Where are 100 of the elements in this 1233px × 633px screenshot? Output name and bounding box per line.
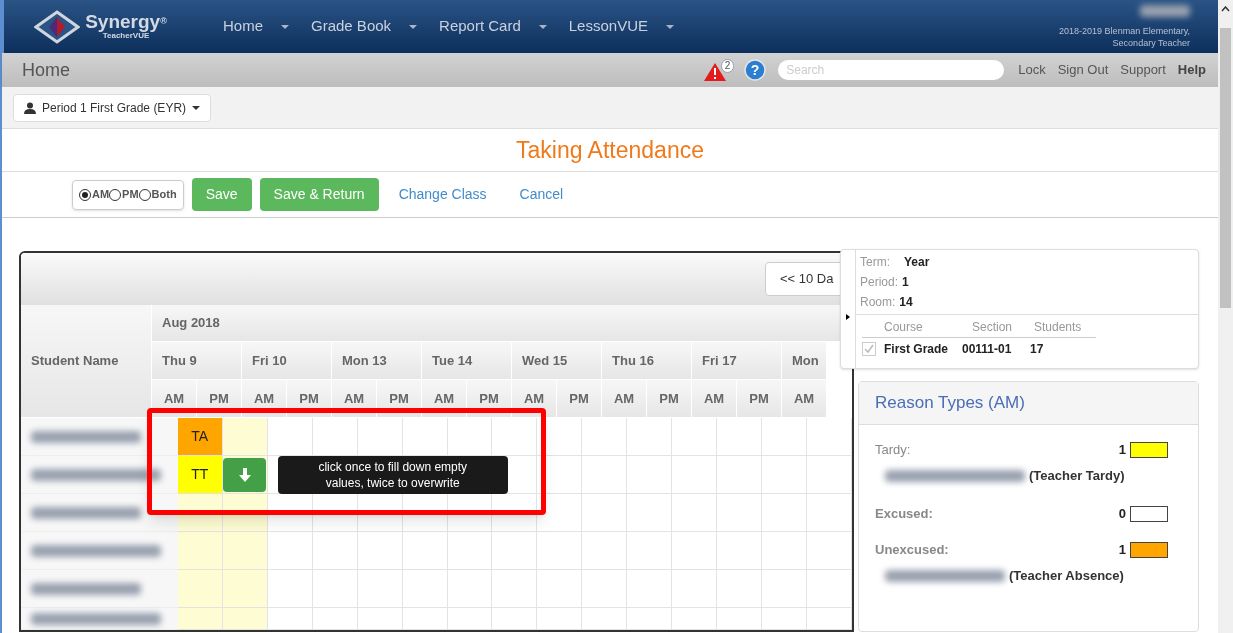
attendance-cell[interactable]: [762, 418, 808, 456]
scrollbar[interactable]: [1218, 0, 1233, 633]
attendance-cell[interactable]: [807, 570, 852, 608]
attendance-cell[interactable]: [222, 608, 268, 630]
attendance-cell[interactable]: [672, 494, 718, 532]
attendance-cell[interactable]: [357, 608, 403, 630]
attendance-cell[interactable]: [177, 570, 223, 608]
fill-down-button[interactable]: [223, 457, 267, 492]
attendance-cell[interactable]: [807, 418, 852, 456]
attendance-cell[interactable]: [582, 494, 628, 532]
attendance-cell[interactable]: [222, 532, 268, 570]
header-link[interactable]: Support: [1120, 60, 1166, 80]
attendance-cell[interactable]: [717, 456, 763, 494]
nav-menu[interactable]: Home: [223, 15, 289, 38]
attendance-cell[interactable]: [537, 570, 583, 608]
attendance-cell[interactable]: [627, 418, 673, 456]
attendance-cell[interactable]: [222, 418, 268, 456]
nav-menu[interactable]: Report Card: [439, 15, 547, 38]
attendance-cell[interactable]: [762, 570, 808, 608]
day-header[interactable]: Fri 17: [692, 342, 782, 380]
attendance-cell[interactable]: [672, 608, 718, 630]
attendance-cell[interactable]: [267, 532, 313, 570]
attendance-cell[interactable]: [312, 418, 358, 456]
nav-menu[interactable]: Grade Book: [311, 15, 418, 38]
header-link[interactable]: Sign Out: [1057, 60, 1109, 80]
help-icon[interactable]: ?: [744, 59, 767, 81]
class-selector[interactable]: Period 1 First Grade (EYR): [13, 93, 212, 122]
attendance-cell[interactable]: [717, 570, 763, 608]
day-header[interactable]: Fri 10: [242, 342, 332, 380]
attendance-cell[interactable]: [447, 532, 493, 570]
attendance-cell[interactable]: [492, 418, 538, 456]
attendance-cell[interactable]: [627, 456, 673, 494]
day-header[interactable]: Thu 16: [602, 342, 692, 380]
attendance-cell[interactable]: [717, 532, 763, 570]
attendance-cell[interactable]: [627, 494, 673, 532]
scroll-up-icon[interactable]: [1221, 6, 1230, 12]
nav-menu[interactable]: LessonVUE: [568, 15, 674, 38]
attendance-cell[interactable]: [447, 418, 493, 456]
attendance-cell[interactable]: [672, 532, 718, 570]
header-link[interactable]: Lock: [1018, 60, 1046, 80]
attendance-cell[interactable]: [447, 608, 493, 630]
attendance-cell[interactable]: [177, 532, 223, 570]
attendance-cell[interactable]: [672, 570, 718, 608]
attendance-cell[interactable]: [537, 608, 583, 630]
attendance-cell[interactable]: [177, 608, 223, 630]
attendance-cell[interactable]: [267, 570, 313, 608]
attendance-cell[interactable]: [357, 532, 403, 570]
radio-button[interactable]: [109, 188, 122, 201]
attendance-cell[interactable]: [492, 532, 538, 570]
attendance-mark[interactable]: TA: [177, 418, 223, 456]
attendance-cell[interactable]: [312, 608, 358, 630]
attendance-cell[interactable]: [627, 570, 673, 608]
header-link[interactable]: Help: [1177, 60, 1206, 80]
day-header[interactable]: Wed 15: [512, 342, 602, 380]
attendance-cell[interactable]: [582, 570, 628, 608]
attendance-cell[interactable]: [627, 532, 673, 570]
attendance-cell[interactable]: [402, 532, 448, 570]
attendance-cell[interactable]: [402, 608, 448, 630]
attendance-cell[interactable]: [717, 608, 763, 630]
day-header[interactable]: Tue 14: [422, 342, 512, 380]
attendance-cell[interactable]: [402, 570, 448, 608]
attendance-cell[interactable]: [312, 532, 358, 570]
attendance-cell[interactable]: [807, 608, 852, 630]
attendance-cell[interactable]: [672, 456, 718, 494]
attendance-cell[interactable]: [357, 570, 403, 608]
attendance-cell[interactable]: [582, 418, 628, 456]
attendance-cell[interactable]: [717, 418, 763, 456]
attendance-cell[interactable]: [672, 418, 718, 456]
radio-button[interactable]: [79, 188, 91, 201]
attendance-cell[interactable]: [222, 570, 268, 608]
attendance-cell[interactable]: [807, 456, 852, 494]
attendance-cell[interactable]: [807, 494, 852, 532]
alert-button[interactable]: 2: [704, 59, 735, 81]
attendance-cell[interactable]: [807, 532, 852, 570]
attendance-cell[interactable]: [492, 570, 538, 608]
attendance-cell[interactable]: [537, 494, 583, 532]
radio-button[interactable]: [138, 188, 151, 201]
attendance-cell[interactable]: [582, 532, 628, 570]
attendance-cell[interactable]: [537, 532, 583, 570]
attendance-cell[interactable]: [762, 494, 808, 532]
day-header[interactable]: Thu 9: [152, 342, 242, 380]
attendance-cell[interactable]: [762, 532, 808, 570]
attendance-cell[interactable]: [447, 570, 493, 608]
attendance-cell[interactable]: [267, 418, 313, 456]
attendance-cell[interactable]: [762, 608, 808, 630]
checkbox[interactable]: [862, 342, 876, 356]
attendance-cell[interactable]: [762, 456, 808, 494]
attendance-cell[interactable]: [357, 418, 403, 456]
attendance-cell[interactable]: [267, 608, 313, 630]
day-header[interactable]: Mon 13: [332, 342, 422, 380]
attendance-cell[interactable]: [582, 608, 628, 630]
day-header[interactable]: Mon: [782, 342, 827, 380]
toolbar-link[interactable]: Change Class: [398, 184, 487, 205]
attendance-mark[interactable]: TT: [177, 456, 223, 494]
attendance-cell[interactable]: [627, 608, 673, 630]
attendance-cell[interactable]: [492, 608, 538, 630]
attendance-cell[interactable]: [582, 456, 628, 494]
attendance-cell[interactable]: [312, 570, 358, 608]
attendance-cell[interactable]: [402, 418, 448, 456]
toolbar-link[interactable]: Cancel: [519, 184, 564, 205]
